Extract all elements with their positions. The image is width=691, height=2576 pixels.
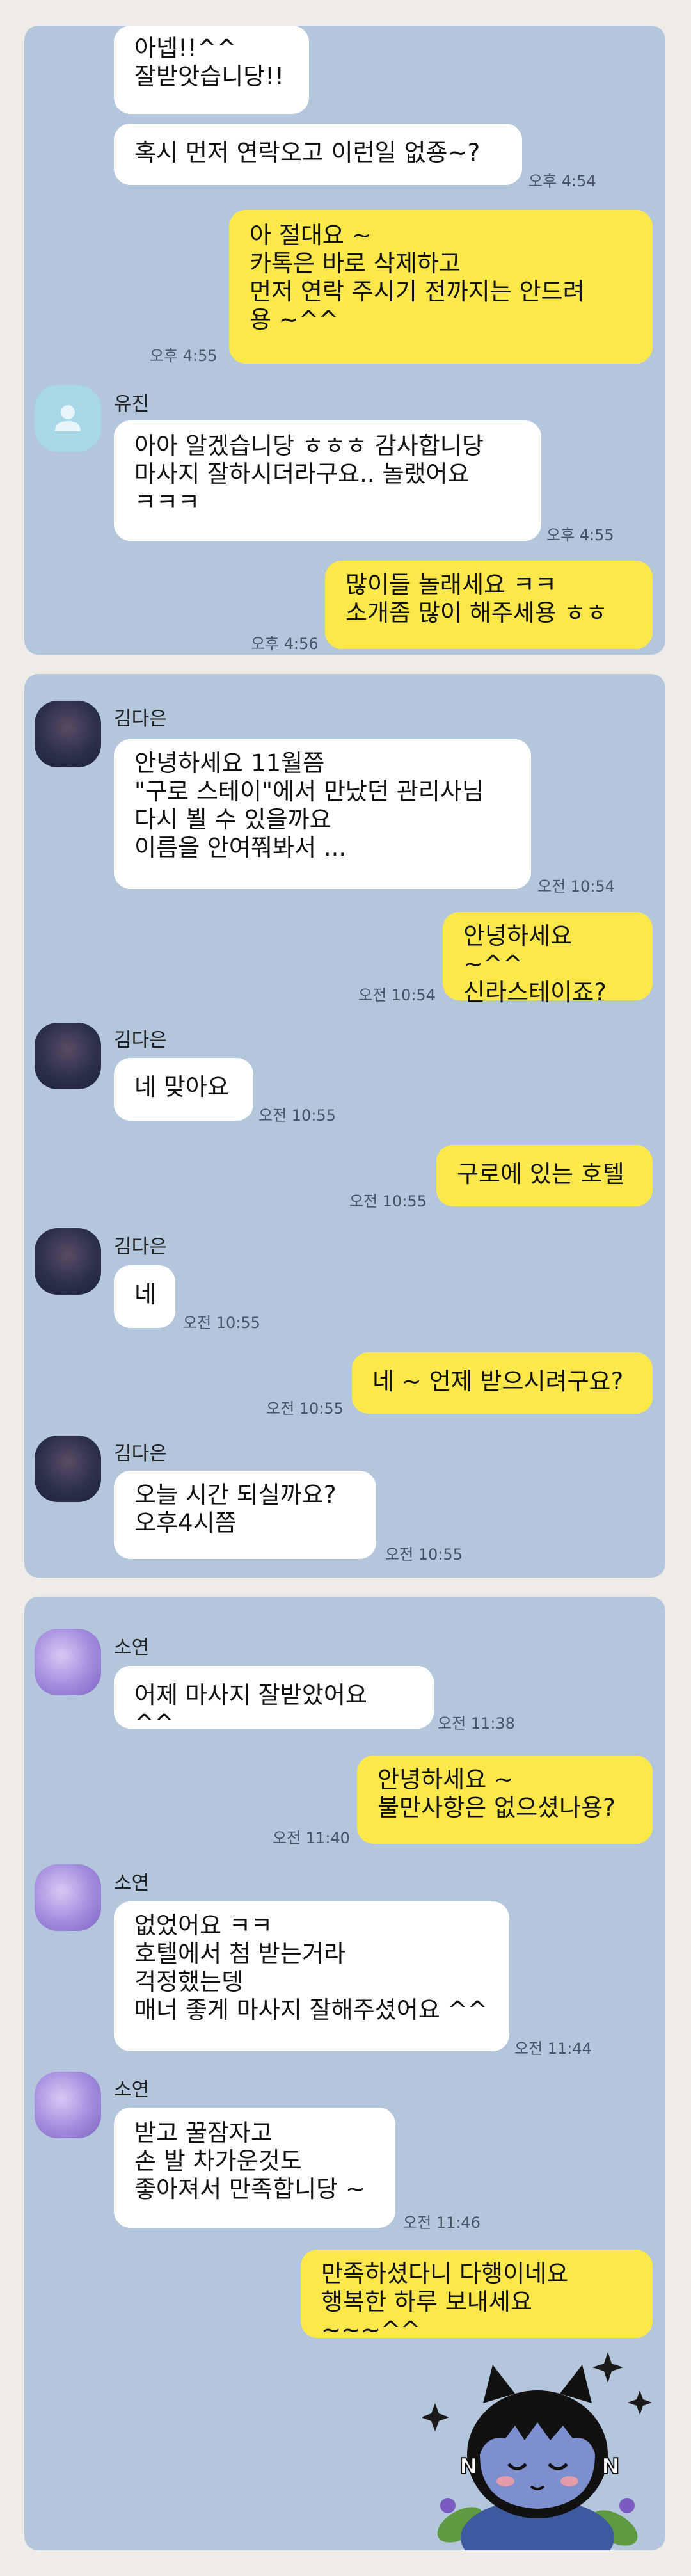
- message-timestamp: 오전 10:55: [183, 1314, 260, 1332]
- person-silhouette-icon: [55, 405, 81, 431]
- message-timestamp: 오전 11:38: [438, 1715, 515, 1732]
- sender-name: 김다은: [114, 1029, 167, 1052]
- svg-text:N: N: [459, 2454, 477, 2479]
- message-bubble[interactable]: 네 맞아요: [114, 1058, 253, 1121]
- chat-screenshot-3: 소연 어제 마사지 잘받았어요 ^^ 오전 11:38 안녕하세요 ~ 불만사항…: [24, 1597, 665, 2550]
- message-timestamp: 오후 4:55: [150, 347, 218, 365]
- sender-name: 김다은: [114, 708, 167, 730]
- message-bubble[interactable]: 혹시 먼저 연락오고 이런일 없죵~?: [114, 124, 522, 185]
- message-timestamp: 오전 10:55: [266, 1400, 344, 1418]
- message-bubble[interactable]: 만족하셨다니 다행이네요 행복한 하루 보내세요 ~~~^^: [301, 2250, 653, 2344]
- emoticon-sticker[interactable]: N N: [421, 2346, 653, 2550]
- message-bubble[interactable]: 받고 꿀잠자고 손 발 차가운것도 좋아져서 만족합니당 ~: [114, 2108, 395, 2228]
- message-timestamp: 오전 10:54: [537, 877, 615, 895]
- message-timestamp: 오후 4:54: [528, 172, 596, 190]
- svg-text:N: N: [601, 2454, 619, 2479]
- kakao-friends-character-sticker: N N: [421, 2352, 652, 2550]
- message-bubble[interactable]: 어제 마사지 잘받았어요 ^^: [114, 1666, 434, 1737]
- avatar[interactable]: [35, 1228, 101, 1295]
- chat-screenshot-1: 아넵!!^^ 잘받앗습니당!! 혹시 먼저 연락오고 이런일 없죵~? 오후 4…: [24, 26, 665, 655]
- sender-name: 소연: [114, 2079, 150, 2101]
- chat-screenshot-2: 김다은 안녕하세요 11월쯤 "구로 스테이"에서 만났던 관리사님 다시 뵐 …: [24, 674, 665, 1578]
- sender-name: 김다은: [114, 1236, 167, 1258]
- avatar[interactable]: [35, 2072, 101, 2138]
- avatar[interactable]: [35, 385, 101, 452]
- message-bubble[interactable]: 네: [114, 1265, 175, 1328]
- sender-name: 유진: [114, 393, 150, 415]
- avatar[interactable]: [35, 1629, 101, 1695]
- sender-name: 소연: [114, 1872, 150, 1894]
- avatar[interactable]: [35, 1864, 101, 1931]
- message-bubble[interactable]: 많이들 놀래세요 ㅋㅋ 소개좀 많이 해주세용 ㅎㅎ: [325, 561, 653, 649]
- avatar[interactable]: [35, 1023, 101, 1089]
- message-timestamp: 오전 10:55: [349, 1192, 427, 1210]
- message-bubble[interactable]: 구로에 있는 호텔: [436, 1145, 653, 1206]
- sender-name: 김다은: [114, 1443, 167, 1465]
- message-bubble[interactable]: 네 ~ 언제 받으시려구요?: [352, 1352, 653, 1414]
- message-bubble[interactable]: 안녕하세요 11월쯤 "구로 스테이"에서 만났던 관리사님 다시 뵐 수 있을…: [114, 739, 531, 889]
- message-bubble[interactable]: 아아 알겠습니당 ㅎㅎㅎ 감사합니당 마사지 잘하시더라구요.. 놀랬어요 ㅋㅋ…: [114, 420, 541, 541]
- sender-name: 소연: [114, 1636, 150, 1659]
- message-timestamp: 오전 11:40: [273, 1829, 350, 1847]
- message-timestamp: 오전 11:46: [403, 2214, 481, 2232]
- message-bubble[interactable]: 없었어요 ㅋㅋ 호텔에서 첨 받는거라 걱정했는뎅 매너 좋게 마사지 잘해주셨…: [114, 1901, 509, 2051]
- message-timestamp: 오후 4:56: [251, 635, 319, 653]
- message-timestamp: 오전 10:55: [385, 1546, 463, 1564]
- message-timestamp: 오후 4:55: [546, 526, 614, 544]
- message-bubble[interactable]: 안녕하세요 ~ 불만사항은 없으셨나용?: [357, 1756, 653, 1844]
- message-bubble[interactable]: 아 절대요 ~ 카톡은 바로 삭제하고 먼저 연락 주시기 전까지는 안드려 용…: [229, 210, 653, 364]
- avatar[interactable]: [35, 1436, 101, 1502]
- message-bubble[interactable]: 아넵!!^^ 잘받앗습니당!!: [114, 26, 309, 114]
- message-timestamp: 오전 11:44: [514, 2040, 592, 2058]
- avatar[interactable]: [35, 701, 101, 767]
- message-timestamp: 오전 10:54: [358, 986, 436, 1004]
- message-bubble[interactable]: 안녕하세요 ~^^ 신라스테이죠?: [443, 912, 653, 1006]
- message-bubble[interactable]: 오늘 시간 되실까요? 오후4시쯤: [114, 1471, 376, 1559]
- message-timestamp: 오전 10:55: [258, 1107, 336, 1124]
